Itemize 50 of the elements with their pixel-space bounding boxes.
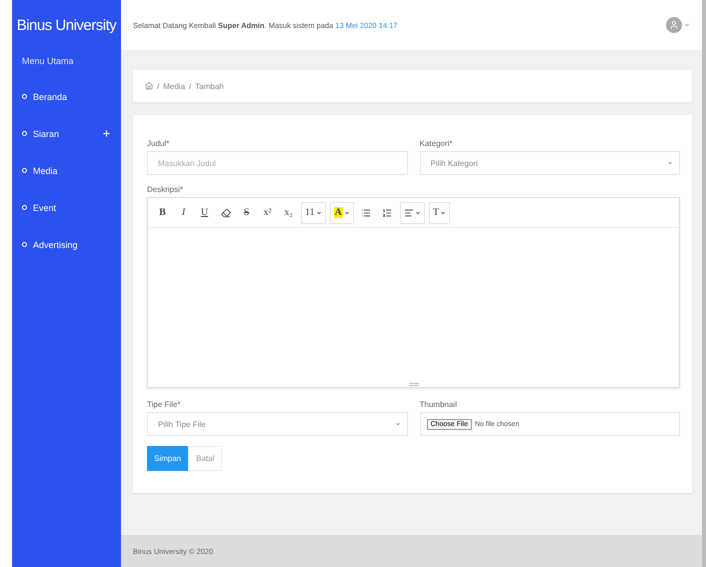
eraser-icon bbox=[220, 208, 230, 218]
paragraph-button[interactable] bbox=[400, 202, 425, 224]
field-label: Tipe File* bbox=[147, 398, 182, 411]
breadcrumb-item: Tambah bbox=[195, 82, 224, 90]
caret-icon bbox=[394, 421, 400, 427]
format-button[interactable]: S bbox=[238, 202, 255, 224]
sidebar-item[interactable]: Media bbox=[12, 152, 121, 189]
breadcrumb-separator: / bbox=[157, 82, 160, 90]
format-dropdown[interactable]: T bbox=[428, 202, 450, 224]
numbered-list-icon bbox=[382, 208, 392, 218]
format-button[interactable]: x₂ bbox=[280, 202, 297, 224]
caret-icon bbox=[684, 22, 690, 28]
sidebar-item[interactable]: Advertising bbox=[12, 226, 121, 263]
circle-icon bbox=[22, 168, 27, 173]
sidebar-item[interactable]: Siaran bbox=[12, 115, 121, 152]
caret-icon bbox=[414, 210, 421, 216]
title-input[interactable]: Masukkan Judul bbox=[147, 151, 408, 175]
format-dropdown[interactable]: 11 bbox=[301, 202, 326, 224]
caret-icon bbox=[440, 210, 446, 216]
field-label: Thumbnail bbox=[420, 398, 458, 410]
format-button[interactable]: I bbox=[175, 202, 192, 224]
format-button[interactable]: U bbox=[196, 202, 213, 224]
caret-icon bbox=[667, 160, 673, 166]
sidebar-item[interactable]: Beranda bbox=[12, 78, 121, 115]
bullet-list-icon bbox=[361, 208, 372, 218]
brand-title: Binus University bbox=[16, 16, 118, 36]
circle-icon bbox=[22, 205, 27, 210]
sidebar-item[interactable]: Event bbox=[12, 189, 121, 226]
rich-text-editor[interactable]: B I U S x² x₂ 11 A T bbox=[147, 197, 680, 388]
file-type-select[interactable]: Pilih Tipe File bbox=[147, 412, 408, 436]
caret-icon bbox=[316, 210, 322, 216]
menu-section-title: Menu Utama bbox=[21, 55, 75, 68]
category-select[interactable]: Pilih Kategori bbox=[420, 151, 680, 175]
breadcrumb-separator: / bbox=[189, 82, 192, 90]
align-left-icon bbox=[404, 208, 414, 218]
breadcrumb-item[interactable]: Media bbox=[163, 82, 186, 90]
circle-icon bbox=[22, 131, 27, 136]
plus-icon bbox=[102, 129, 111, 138]
field-label: Deskripsi* bbox=[147, 184, 184, 196]
user-icon bbox=[669, 20, 679, 30]
format-button[interactable]: B bbox=[154, 202, 171, 224]
circle-icon bbox=[22, 94, 27, 99]
caret-icon bbox=[344, 210, 350, 216]
field-label: Judul* bbox=[147, 138, 170, 150]
resize-handle[interactable] bbox=[408, 382, 418, 386]
home-icon[interactable] bbox=[145, 82, 153, 90]
field-label: Kategori* bbox=[420, 138, 454, 150]
format-dropdown[interactable]: A bbox=[330, 202, 354, 224]
circle-icon bbox=[22, 242, 27, 247]
format-button[interactable]: x² bbox=[259, 202, 276, 224]
